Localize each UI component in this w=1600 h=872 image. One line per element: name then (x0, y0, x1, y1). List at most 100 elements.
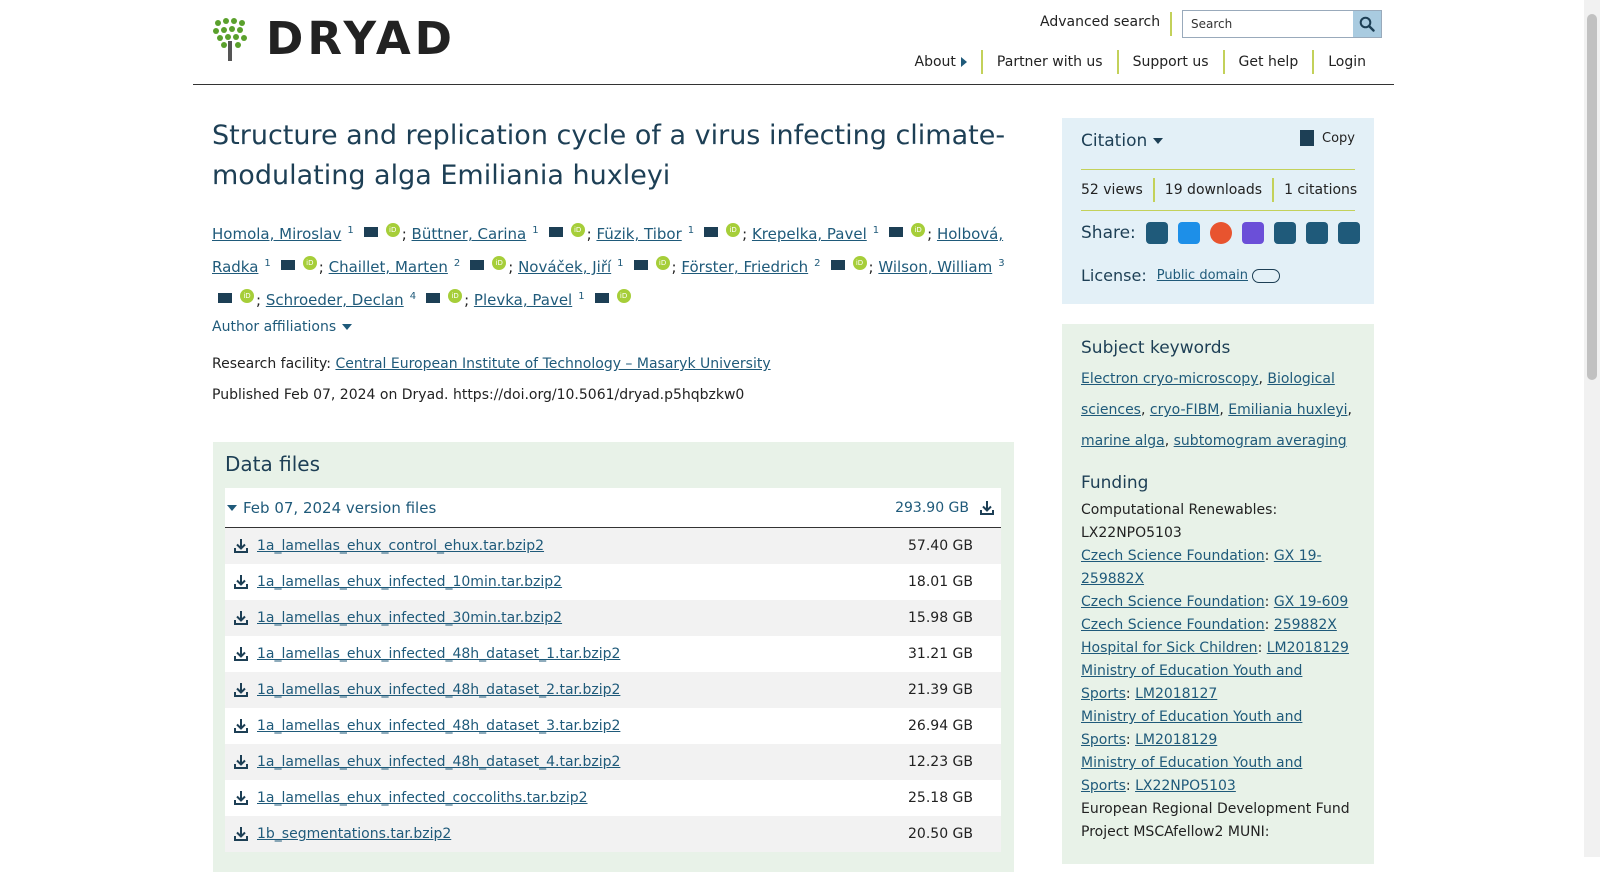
linkedin-icon[interactable] (1145, 222, 1168, 244)
email-icon[interactable] (470, 259, 485, 270)
search-button[interactable] (1353, 11, 1381, 37)
nav-support[interactable]: Support us (1116, 50, 1223, 74)
keyword-separator: , (1347, 402, 1352, 418)
search-input[interactable] (1183, 11, 1353, 37)
file-download-link[interactable]: 1a_lamellas_ehux_infected_10min.tar.bzip… (233, 574, 562, 590)
version-toggle[interactable]: Feb 07, 2024 version files (227, 499, 436, 517)
author-name-link[interactable]: Büttner, Carina (412, 225, 527, 243)
author-affiliation-number[interactable]: 1 (688, 225, 694, 236)
file-download-link[interactable]: 1a_lamellas_ehux_infected_coccoliths.tar… (233, 790, 588, 806)
funder-link[interactable]: Czech Science Foundation (1081, 548, 1265, 564)
grant-link[interactable]: LM2018127 (1135, 686, 1217, 702)
bluesky-icon[interactable] (1177, 222, 1200, 244)
nav-about[interactable]: About (901, 50, 981, 74)
grant-link[interactable]: GX 19-609 (1274, 594, 1348, 610)
author-affiliation-number[interactable]: 1 (532, 225, 538, 236)
mastodon-icon[interactable] (1241, 222, 1264, 244)
orcid-icon[interactable]: iD (492, 255, 507, 270)
author-affiliation-number[interactable]: 1 (264, 258, 270, 269)
author-affiliation-number[interactable]: 4 (410, 291, 416, 302)
author-affiliation-number[interactable]: 1 (873, 225, 879, 236)
file-row: 1a_lamellas_ehux_infected_48h_dataset_4.… (225, 744, 1001, 780)
file-download-link[interactable]: 1a_lamellas_ehux_infected_48h_dataset_2.… (233, 682, 620, 698)
funder-link[interactable]: Czech Science Foundation (1081, 594, 1265, 610)
orcid-icon[interactable]: iD (726, 222, 741, 237)
author-name-link[interactable]: Krepelka, Pavel (752, 225, 867, 243)
email-icon[interactable] (594, 292, 609, 303)
facility-link[interactable]: Central European Institute of Technology… (335, 356, 770, 372)
nav-login[interactable]: Login (1312, 50, 1380, 74)
orcid-icon[interactable]: iD (240, 288, 254, 303)
version-row[interactable]: Feb 07, 2024 version files 293.90 GB (225, 488, 1001, 528)
file-download-link[interactable]: 1a_lamellas_ehux_infected_48h_dataset_1.… (233, 646, 620, 662)
license-link[interactable]: Public domain (1157, 268, 1248, 283)
orcid-icon[interactable]: iD (655, 255, 670, 270)
dryad-logo[interactable]: DRYAD (212, 16, 456, 61)
email-icon[interactable] (548, 226, 563, 237)
author-name-link[interactable]: Wilson, William (878, 258, 992, 276)
author-affiliation-number[interactable]: 1 (347, 225, 353, 236)
keyword-link[interactable]: Electron cryo-microscopy (1081, 371, 1258, 387)
grant-link[interactable]: LX22NPO5103 (1135, 778, 1236, 794)
grant-link[interactable]: 259882X (1274, 617, 1337, 633)
copy-citation-button[interactable]: Copy (1300, 130, 1355, 146)
author-name-link[interactable]: Füzik, Tibor (596, 225, 681, 243)
citation-toggle[interactable]: Citation (1081, 131, 1164, 151)
author-affiliation-number[interactable]: 2 (814, 258, 820, 269)
share-icon[interactable] (1337, 222, 1360, 244)
grant-link[interactable]: LM2018129 (1135, 732, 1217, 748)
file-download-link[interactable]: 1a_lamellas_ehux_infected_48h_dataset_4.… (233, 754, 620, 770)
email-icon[interactable] (1305, 222, 1328, 244)
funding-item: Ministry of Education Youth and Sports: … (1081, 752, 1355, 798)
email-icon[interactable] (704, 226, 719, 237)
email-icon[interactable] (633, 259, 648, 270)
email-icon[interactable] (363, 226, 378, 237)
data-files-list: Feb 07, 2024 version files 293.90 GB 1a_… (225, 488, 1001, 852)
email-icon[interactable] (830, 259, 845, 270)
file-download-link[interactable]: 1a_lamellas_ehux_control_ehux.tar.bzip2 (233, 538, 544, 554)
orcid-icon[interactable]: iD (911, 222, 926, 237)
reddit-icon[interactable] (1209, 222, 1232, 244)
orcid-icon[interactable]: iD (852, 255, 867, 270)
nav-help[interactable]: Get help (1222, 50, 1313, 74)
version-download[interactable]: 293.90 GB (895, 500, 995, 516)
author-affiliation-number[interactable]: 1 (617, 258, 623, 269)
keyword-link[interactable]: Emiliania huxleyi (1228, 402, 1347, 418)
email-icon[interactable] (218, 292, 232, 303)
keyword-link[interactable]: subtomogram averaging (1174, 433, 1347, 449)
grant-link[interactable]: LM2018129 (1267, 640, 1349, 656)
scrollbar-thumb[interactable] (1587, 14, 1597, 380)
author-affiliation-number[interactable]: 1 (578, 291, 584, 302)
file-download-link[interactable]: 1a_lamellas_ehux_infected_48h_dataset_3.… (233, 718, 620, 734)
author-entry: Plevka, Pavel 1 iD (474, 288, 633, 309)
author-name-link[interactable]: Schroeder, Declan (266, 291, 404, 309)
funder-link[interactable]: Hospital for Sick Children (1081, 640, 1258, 656)
author-affiliation-number[interactable]: 2 (454, 258, 460, 269)
author-name-link[interactable]: Plevka, Pavel (474, 291, 572, 309)
email-icon[interactable] (889, 226, 904, 237)
email-icon[interactable] (426, 292, 441, 303)
author-name-link[interactable]: Nováček, Jiří (518, 258, 611, 276)
email-icon[interactable] (280, 259, 295, 270)
author-name-link[interactable]: Homola, Miroslav (212, 225, 341, 243)
file-download-link[interactable]: 1a_lamellas_ehux_infected_30min.tar.bzip… (233, 610, 562, 626)
orcid-icon[interactable]: iD (385, 222, 400, 237)
orcid-icon[interactable]: iD (448, 288, 463, 303)
author-affiliations-toggle[interactable]: Author affiliations (212, 319, 353, 335)
nav-partner[interactable]: Partner with us (980, 50, 1117, 74)
advanced-search-link[interactable]: Advanced search (1040, 14, 1160, 30)
orcid-icon[interactable]: iD (570, 222, 585, 237)
keyword-link[interactable]: marine alga (1081, 433, 1165, 449)
file-download-link[interactable]: 1b_segmentations.tar.bzip2 (233, 826, 451, 842)
funding-item: Czech Science Foundation: GX 19-609 (1081, 591, 1355, 614)
author-affiliation-number[interactable]: 3 (998, 258, 1004, 269)
facebook-icon[interactable] (1273, 222, 1296, 244)
orcid-icon[interactable]: iD (616, 288, 631, 303)
scrollbar[interactable] (1584, 0, 1600, 857)
keyword-link[interactable]: cryo-FIBM (1150, 402, 1219, 418)
orcid-icon[interactable]: iD (302, 255, 317, 270)
author-name-link[interactable]: Förster, Friedrich (681, 258, 808, 276)
funder-link[interactable]: Czech Science Foundation (1081, 617, 1265, 633)
file-row: 1a_lamellas_ehux_infected_coccoliths.tar… (225, 780, 1001, 816)
author-name-link[interactable]: Chaillet, Marten (329, 258, 448, 276)
